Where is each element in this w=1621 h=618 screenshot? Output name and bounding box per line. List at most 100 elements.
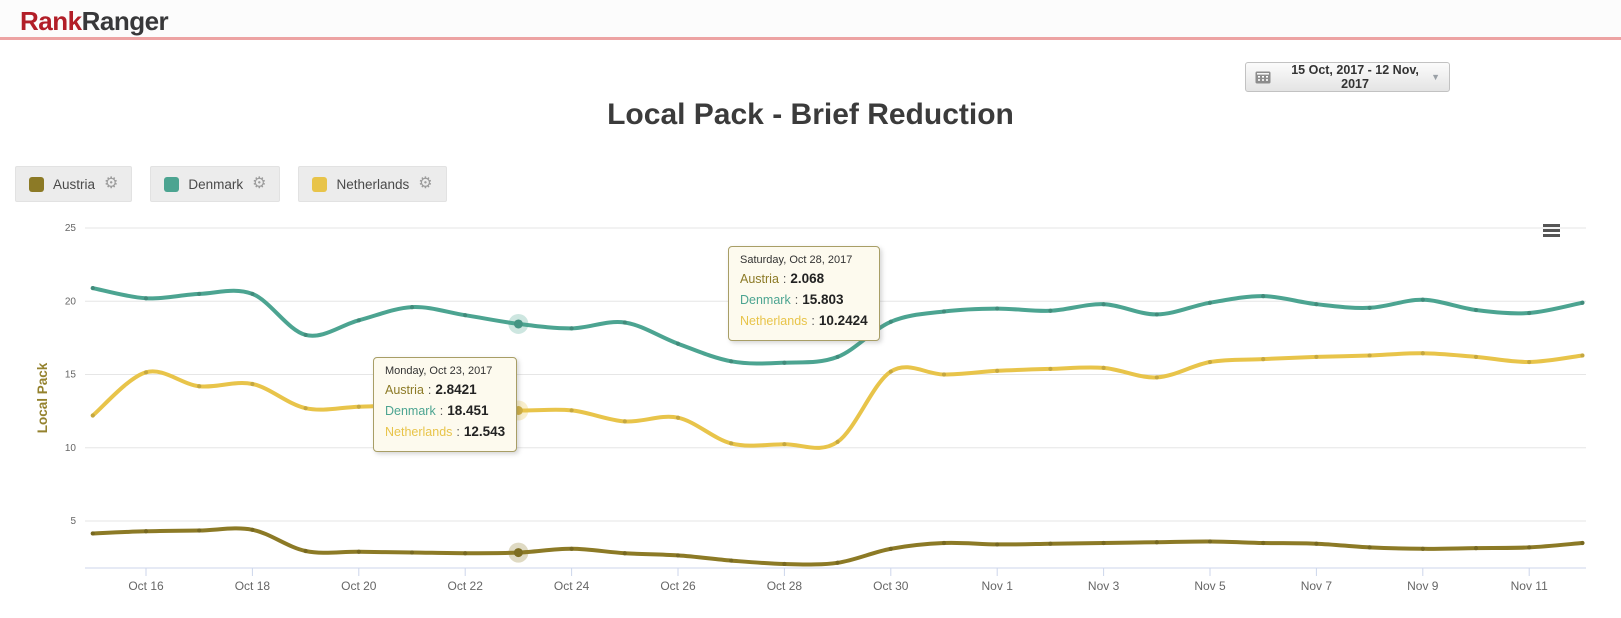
data-point [1048,309,1052,313]
chart-legend: Austria ⚙ Denmark ⚙ Netherlands ⚙ [15,166,447,202]
data-point [1155,312,1159,316]
legend-item-austria[interactable]: Austria ⚙ [15,166,132,202]
series-line-austria[interactable] [93,528,1583,564]
data-point [1580,353,1584,357]
data-point [250,292,254,296]
data-point [782,442,786,446]
tooltip-series-value: 12.543 [464,424,505,439]
legend-label-austria: Austria [53,177,95,192]
data-point [995,369,999,373]
gear-icon[interactable]: ⚙ [418,176,432,192]
page: RankRanger 15 Oct, 2017 - 12 Nov, 2017 ▼… [0,0,1621,618]
rankranger-logo[interactable]: RankRanger [20,6,168,37]
data-point [304,549,308,553]
tooltip-series-name: Denmark [385,404,436,418]
chart-area: 510152025Oct 16Oct 18Oct 20Oct 22Oct 24O… [0,205,1621,610]
x-tick-label: Nov 3 [1088,579,1120,593]
data-point [1580,541,1584,545]
hover-marker-denmark[interactable] [514,319,523,328]
tooltip-series-name: Netherlands [385,425,452,439]
x-tick-label: Oct 20 [341,579,377,593]
data-point [676,416,680,420]
data-point [1527,545,1531,549]
gear-icon[interactable]: ⚙ [104,176,118,192]
date-range-text: 15 Oct, 2017 - 12 Nov, 2017 [1279,63,1431,91]
data-point [1474,355,1478,359]
x-tick-label: Nov 5 [1194,579,1226,593]
tooltip-row: Netherlands:10.2424 [740,311,868,332]
data-point [1155,375,1159,379]
tooltip-row: Austria:2.068 [740,269,868,290]
data-point [889,547,893,551]
x-tick-label: Oct 30 [873,579,909,593]
y-axis-title: Local Pack [35,362,50,433]
data-point [91,531,95,535]
data-point [1314,355,1318,359]
data-point [1261,541,1265,545]
data-point [1580,301,1584,305]
x-tick-label: Nov 1 [982,579,1014,593]
x-tick-label: Oct 28 [767,579,803,593]
data-point [197,528,201,532]
data-point [836,561,840,565]
data-point [463,551,467,555]
data-point [1261,357,1265,361]
tooltip-series-value: 2.068 [790,271,824,286]
data-point [91,413,95,417]
data-point [357,405,361,409]
y-tick-label: 25 [65,223,77,234]
data-point [1261,294,1265,298]
data-point [995,306,999,310]
legend-label-denmark: Denmark [188,177,243,192]
data-point [570,326,574,330]
tooltip-series-value: 15.803 [802,292,843,307]
tooltip-series-value: 10.2424 [819,313,868,328]
data-point [942,309,946,313]
data-point [836,355,840,359]
data-point [729,558,733,562]
tooltip-row: Austria:2.8421 [385,380,505,401]
data-point [1155,540,1159,544]
data-point [1421,547,1425,551]
logo-rank-text: Rank [20,6,82,36]
legend-item-netherlands[interactable]: Netherlands ⚙ [298,166,446,202]
data-point [1208,301,1212,305]
x-tick-label: Oct 24 [554,579,590,593]
data-point [357,550,361,554]
data-point [1208,539,1212,543]
data-point [250,528,254,532]
hover-marker-austria[interactable] [514,548,523,557]
data-point [1048,542,1052,546]
data-point [1421,298,1425,302]
data-point [1527,311,1531,315]
data-point [304,406,308,410]
data-point [1527,360,1531,364]
tooltip-oct-28: Saturday, Oct 28, 2017 Austria:2.068 Den… [728,246,880,341]
x-tick-label: Nov 11 [1511,579,1548,593]
data-point [463,313,467,317]
tooltip-date: Saturday, Oct 28, 2017 [740,254,868,266]
data-point [676,553,680,557]
series-line-netherlands[interactable] [93,353,1583,448]
data-point [623,419,627,423]
tooltip-row: Denmark:18.451 [385,401,505,422]
page-title: Local Pack - Brief Reduction [0,98,1621,132]
gear-icon[interactable]: ⚙ [252,176,266,192]
tooltip-series-name: Austria [385,383,424,397]
data-point [782,562,786,566]
data-point [676,342,680,346]
legend-item-denmark[interactable]: Denmark ⚙ [150,166,280,202]
data-point [995,542,999,546]
data-point [1368,306,1372,310]
data-point [144,296,148,300]
chart-context-menu-icon[interactable] [1543,224,1560,239]
data-point [782,361,786,365]
data-point [197,292,201,296]
tooltip-row: Netherlands:12.543 [385,422,505,443]
tooltip-series-name: Netherlands [740,314,807,328]
data-point [144,529,148,533]
tooltip-series-name: Austria [740,272,779,286]
data-point [1474,546,1478,550]
date-range-picker[interactable]: 15 Oct, 2017 - 12 Nov, 2017 ▼ [1245,62,1450,92]
data-point [570,547,574,551]
